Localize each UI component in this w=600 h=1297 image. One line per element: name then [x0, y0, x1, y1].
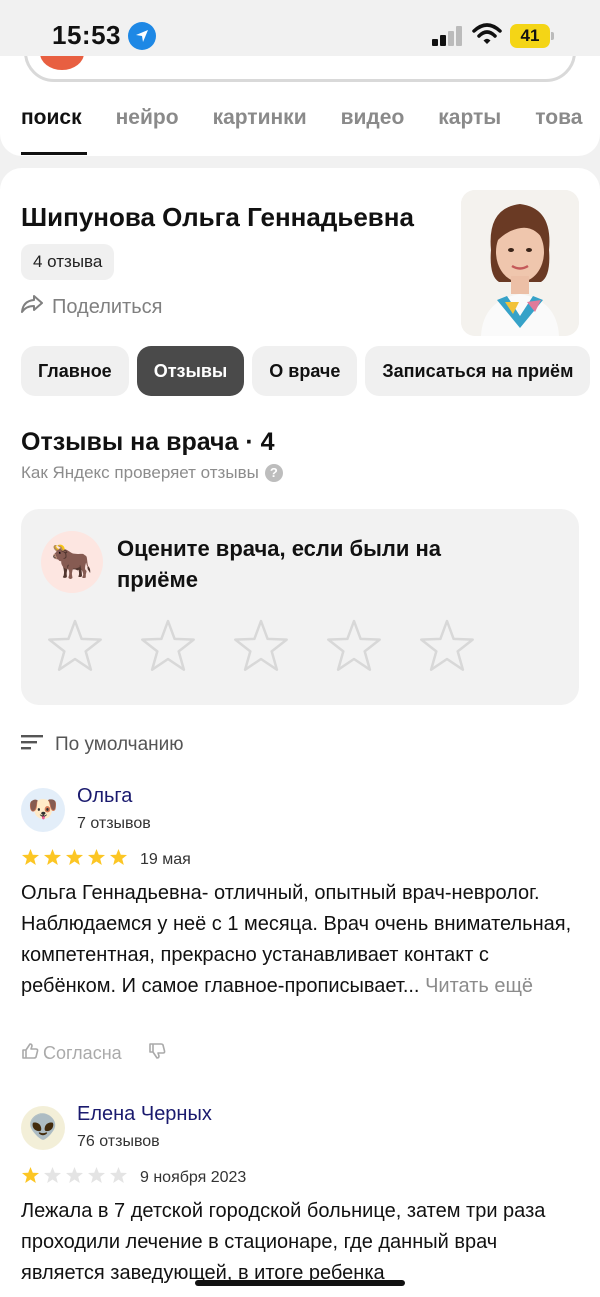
review-policy-label: Как Яндекс проверяет отзывы [21, 463, 259, 482]
star-icon [21, 1166, 40, 1189]
author-review-count: 7 отзывов [77, 815, 151, 832]
tab-images[interactable]: картинки [213, 106, 307, 130]
tab-video[interactable]: видео [341, 106, 405, 130]
review-author[interactable]: Елена Черных [77, 1103, 212, 1126]
read-more-link[interactable]: Читать ещё [425, 975, 533, 997]
rate-star-5[interactable] [419, 619, 475, 678]
share-icon [21, 294, 43, 320]
location-arrow-icon [128, 22, 156, 50]
sort-selector[interactable]: По умолчанию [21, 734, 184, 756]
review-rating: 9 ноября 2023 [21, 1166, 246, 1189]
tab-reviews[interactable]: Отзывы [136, 346, 245, 396]
rate-star-1[interactable] [47, 619, 103, 678]
thumb-up-icon [21, 1042, 39, 1065]
signal-icon [432, 26, 464, 46]
tab-main[interactable]: Главное [21, 346, 129, 396]
review-date: 9 ноября 2023 [140, 1168, 247, 1186]
review-author[interactable]: Ольга [77, 785, 132, 808]
review-text: Ольга Геннадьевна- отличный, опытный вра… [21, 878, 581, 1002]
star-empty-icon [109, 1166, 128, 1189]
share-button[interactable]: Поделиться [21, 294, 162, 320]
wifi-icon [472, 22, 502, 51]
rate-doctor-panel: 🐂 Оцените врача, если были на приёме [21, 509, 579, 705]
battery-icon: 41 [510, 24, 554, 48]
review-rating: 19 мая [21, 848, 191, 871]
status-time: 15:53 [52, 20, 121, 50]
active-tab-indicator [21, 152, 87, 155]
agree-label: Согласна [43, 1043, 122, 1063]
rate-star-2[interactable] [140, 619, 196, 678]
dog-avatar-icon[interactable]: 🐶 [21, 788, 65, 832]
review-feedback: Согласна [21, 1042, 166, 1065]
section-tabs: Главное Отзывы О враче Записаться на при… [21, 346, 591, 396]
question-icon: ? [264, 464, 283, 482]
yak-icon: 🐂 [41, 531, 103, 593]
star-empty-icon [87, 1166, 106, 1189]
review-policy-link[interactable]: Как Яндекс проверяет отзывы ? [21, 463, 283, 483]
search-tabs: поиск нейро картинки видео карты това [21, 106, 582, 130]
search-bar[interactable] [24, 56, 576, 82]
tab-book-appointment[interactable]: Записаться на приём [365, 346, 591, 396]
doctor-card: Шипунова Ольга Геннадьевна 4 отзыва Поде… [0, 168, 600, 1297]
rate-star-3[interactable] [233, 619, 289, 678]
review-text: Лежала в 7 детской городской больнице, з… [21, 1200, 546, 1284]
tab-about[interactable]: О враче [252, 346, 358, 396]
tab-maps[interactable]: карты [438, 106, 501, 130]
star-empty-icon [43, 1166, 62, 1189]
tab-search[interactable]: поиск [21, 106, 82, 130]
reviews-count-chip[interactable]: 4 отзыва [21, 244, 115, 280]
thumb-down-icon[interactable] [148, 1042, 166, 1065]
rating-input [47, 619, 475, 678]
share-label: Поделиться [52, 295, 163, 318]
doctor-name: Шипунова Ольга Геннадьевна [21, 202, 414, 232]
tab-neiro[interactable]: нейро [116, 106, 179, 130]
alien-avatar-icon[interactable]: 👽 [21, 1106, 65, 1150]
sort-label: По умолчанию [55, 734, 184, 755]
star-icon [21, 848, 40, 871]
search-header: поиск нейро картинки видео карты това [0, 56, 600, 156]
star-icon [109, 848, 128, 871]
agree-button[interactable]: Согласна [21, 1042, 122, 1065]
doctor-photo[interactable] [461, 190, 579, 336]
battery-level: 41 [510, 24, 550, 48]
star-icon [65, 848, 84, 871]
review-date: 19 мая [140, 850, 191, 868]
rate-prompt: Оцените врача, если были на приёме [117, 536, 441, 592]
home-indicator[interactable] [195, 1280, 405, 1286]
rate-star-4[interactable] [326, 619, 382, 678]
author-review-count: 76 отзывов [77, 1133, 160, 1150]
star-icon [43, 848, 62, 871]
star-icon [87, 848, 106, 871]
reviews-title: Отзывы на врача · 4 [21, 428, 275, 456]
tab-goods[interactable]: това [535, 106, 582, 130]
star-empty-icon [65, 1166, 84, 1189]
sort-icon [21, 734, 43, 756]
